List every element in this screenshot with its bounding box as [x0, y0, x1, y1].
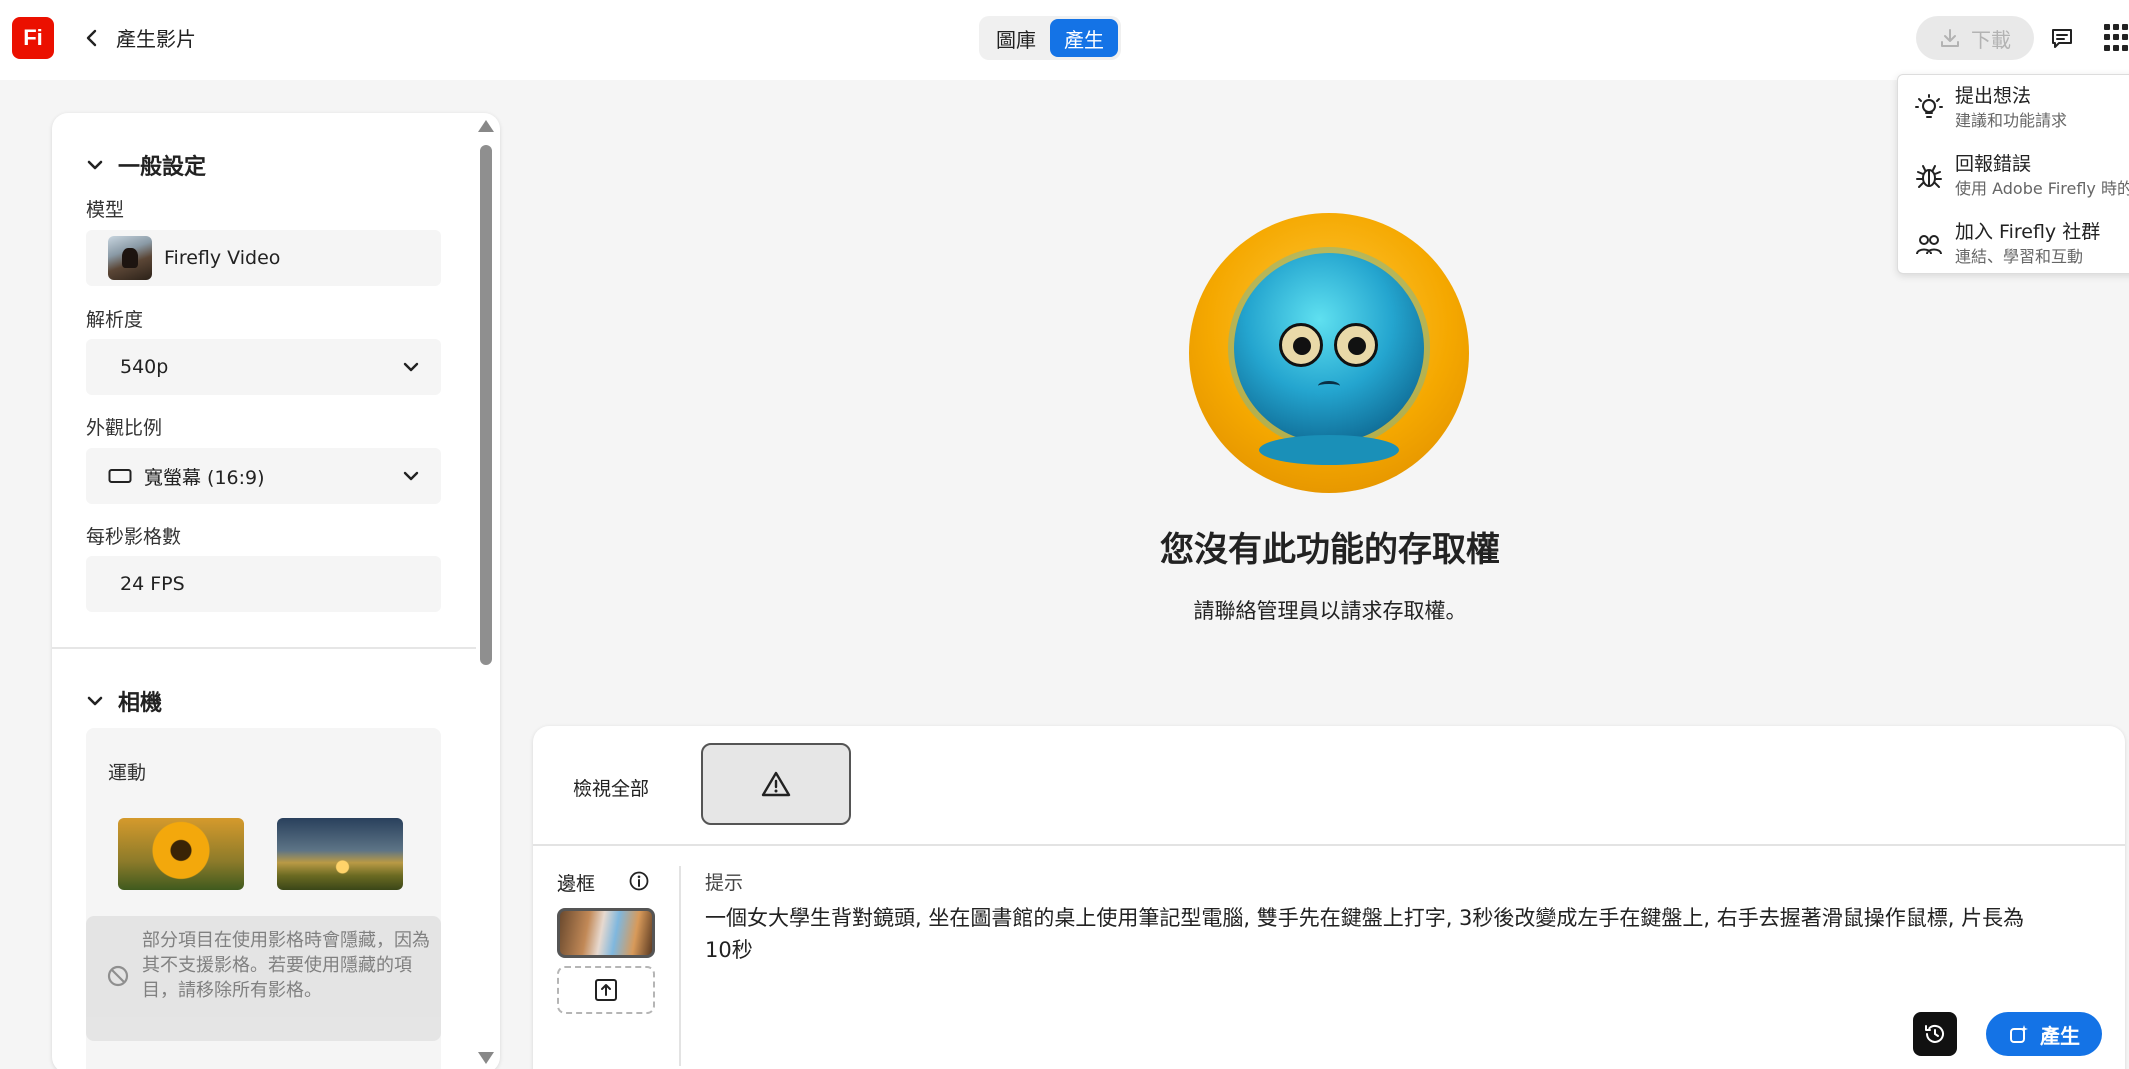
history-icon — [1925, 1024, 1944, 1043]
chevron-left-icon — [86, 29, 97, 47]
model-thumbnail — [108, 236, 152, 280]
feedback-menu: 提出想法 建議和功能請求 回報錯誤 使用 Adobe Firefly 時的 加入… — [1897, 74, 2129, 274]
prompt-panel: 檢視全部 邊框 提示 一個女大學生背對鏡頭, 坐在圖書館的桌上使用筆記型電腦, … — [533, 726, 2125, 1069]
motion-option-thumbnail[interactable] — [118, 818, 244, 890]
scroll-down-arrow[interactable] — [478, 1052, 494, 1064]
camera-header[interactable]: 相機 — [86, 685, 162, 717]
motion-option-thumbnail[interactable] — [277, 818, 403, 890]
chat-bubble-icon — [2052, 29, 2072, 48]
model-value: Firefly Video — [164, 247, 281, 269]
tab-generate[interactable]: 產生 — [1050, 19, 1118, 57]
sparkle-generate-icon — [2010, 1025, 2028, 1043]
chevron-down-icon — [87, 696, 103, 706]
mode-switcher: 圖庫 產生 — [979, 16, 1121, 60]
motion-label: 運動 — [108, 762, 147, 784]
prompt-label: 提示 — [705, 872, 744, 894]
back-button[interactable] — [78, 24, 106, 52]
download-label: 下載 — [1971, 27, 2011, 52]
tab-gallery[interactable]: 圖庫 — [982, 19, 1050, 57]
no-access-subtitle: 請聯絡管理員以請求存取權。 — [1193, 599, 1467, 623]
page-title: 產生影片 — [116, 27, 196, 51]
resolution-label: 解析度 — [86, 309, 144, 331]
bug-icon — [1916, 165, 1942, 188]
fps-label: 每秒影格數 — [86, 526, 182, 548]
ban-icon — [107, 965, 129, 987]
model-label: 模型 — [86, 199, 125, 221]
fps-field[interactable]: 24 FPS — [86, 556, 441, 612]
general-settings-header[interactable]: 一般設定 — [86, 149, 206, 181]
download-button[interactable]: 下載 — [1916, 16, 2034, 60]
info-icon[interactable] — [628, 870, 650, 892]
feedback-button[interactable] — [2048, 24, 2076, 52]
chevron-down-icon — [403, 471, 419, 481]
frame-thumbnail[interactable] — [557, 908, 655, 958]
settings-panel: 一般設定 模型 Firefly Video 解析度 540p 外觀比例 寬螢幕 … — [52, 113, 500, 1069]
download-icon — [1941, 29, 1959, 47]
generate-label: 產生 — [2040, 1023, 2080, 1048]
view-all-link[interactable]: 檢視全部 — [573, 774, 649, 801]
top-bar: Fi 產生影片 圖庫 產生 下載 — [0, 0, 2129, 80]
hidden-items-notice: 部分項目在使用影格時會隱藏，因為其不支援影格。若要使用隱藏的項目，請移除所有影格… — [86, 916, 441, 1041]
aspect-ratio-label: 外觀比例 — [86, 417, 163, 439]
hidden-items-text: 部分項目在使用影格時會隱藏，因為其不支援影格。若要使用隱藏的項目，請移除所有影格… — [142, 930, 430, 1001]
generate-button[interactable]: 產生 — [1986, 1012, 2102, 1056]
chevron-down-icon — [87, 160, 103, 170]
menu-item-report-bug[interactable]: 回報錯誤 使用 Adobe Firefly 時的 — [1898, 145, 2129, 209]
section-divider — [52, 647, 476, 649]
fps-value: 24 FPS — [120, 573, 185, 595]
menu-item-suggest-idea[interactable]: 提出想法 建議和功能請求 — [1898, 77, 2129, 141]
panel-divider — [533, 844, 2125, 846]
lightbulb-icon — [1915, 94, 1943, 118]
no-access-title: 您沒有此功能的存取權 — [1160, 530, 1500, 570]
resolution-value: 540p — [120, 356, 169, 378]
frame-label: 邊框 — [557, 873, 596, 895]
firefly-logo[interactable]: Fi — [12, 17, 54, 59]
community-icon — [1916, 235, 1942, 255]
vertical-divider — [679, 866, 681, 1066]
upload-frame-button[interactable] — [557, 966, 655, 1014]
resolution-dropdown[interactable]: 540p — [86, 339, 441, 395]
settings-scrollbar[interactable] — [476, 120, 494, 1068]
scroll-thumb[interactable] — [480, 145, 492, 665]
apps-grid-icon[interactable] — [2104, 24, 2129, 52]
aspect-ratio-dropdown[interactable]: 寬螢幕 (16:9) — [86, 448, 441, 504]
aspect-ratio-value: 寬螢幕 (16:9) — [144, 466, 265, 489]
scroll-up-arrow[interactable] — [478, 120, 494, 132]
model-selector[interactable]: Firefly Video — [86, 230, 441, 286]
widescreen-icon — [108, 469, 132, 483]
no-access-illustration — [1189, 213, 1469, 493]
generation-warning-tile[interactable] — [701, 743, 851, 825]
prompt-textarea[interactable]: 一個女大學生背對鏡頭, 坐在圖書館的桌上使用筆記型電腦, 雙手先在鍵盤上打字, … — [705, 902, 2035, 966]
history-button[interactable] — [1913, 1012, 1957, 1056]
warning-icon — [761, 771, 791, 797]
chevron-down-icon — [403, 362, 419, 372]
upload-icon — [595, 979, 617, 1001]
menu-item-join-community[interactable]: 加入 Firefly 社群 連結、學習和互動 — [1898, 213, 2129, 277]
